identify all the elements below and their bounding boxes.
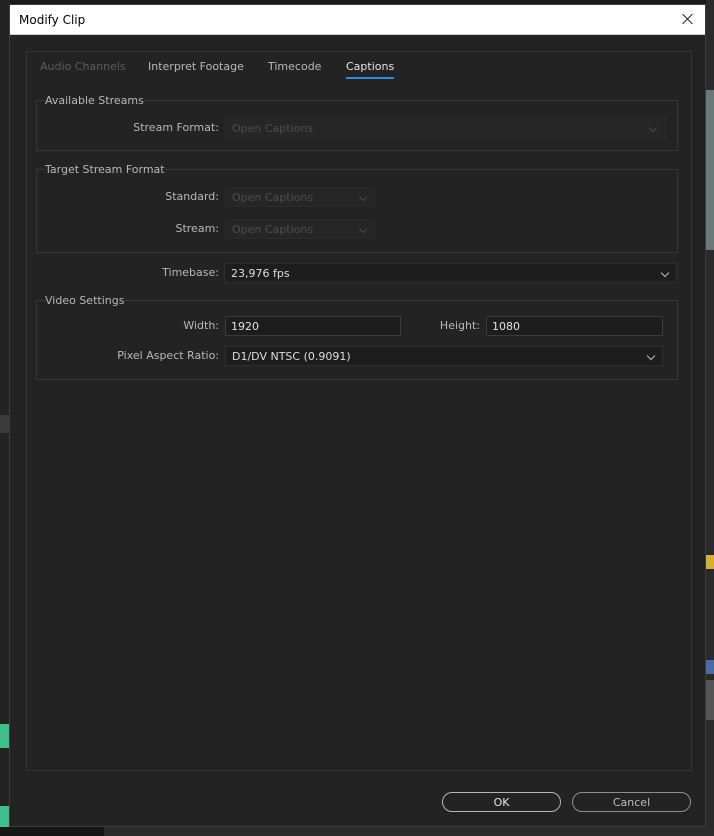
video-settings-group: Video Settings Width: 1920 Height: 1080 … <box>36 294 678 380</box>
chevron-down-icon <box>660 268 670 278</box>
chevron-down-icon <box>646 351 656 361</box>
width-value: 1920 <box>231 320 259 333</box>
chevron-down-icon <box>358 224 368 234</box>
tab-timecode[interactable]: Timecode <box>268 60 321 73</box>
available-streams-legend: Available Streams <box>45 94 144 107</box>
standard-select: Open Captions <box>225 187 375 207</box>
stream-label: Stream: <box>175 222 219 235</box>
height-field[interactable]: 1080 <box>486 316 663 336</box>
stream-value: Open Captions <box>232 223 314 236</box>
width-label: Width: <box>183 319 219 332</box>
tab-interpret-footage[interactable]: Interpret Footage <box>148 60 244 73</box>
stream-format-select: Open Captions <box>225 118 665 138</box>
stream-format-label: Stream Format: <box>133 121 219 134</box>
pixel-aspect-ratio-value: D1/DV NTSC (0.9091) <box>232 350 351 363</box>
chevron-down-icon <box>648 123 658 133</box>
dialog-title: Modify Clip <box>19 13 86 27</box>
video-settings-legend: Video Settings <box>45 294 125 307</box>
tab-audio-channels: Audio Channels <box>40 60 126 73</box>
width-field[interactable]: 1920 <box>225 316 401 336</box>
modify-clip-dialog: Modify Clip Audio Channels Interpret Foo… <box>9 4 706 827</box>
available-streams-group: Available Streams Stream Format: Open Ca… <box>36 94 678 151</box>
background-app-right <box>706 0 714 836</box>
cancel-button[interactable]: Cancel <box>572 792 691 812</box>
target-stream-format-group: Target Stream Format Standard: Open Capt… <box>36 163 678 253</box>
dialog-titlebar: Modify Clip <box>10 5 705 35</box>
chevron-down-icon <box>358 192 368 202</box>
close-icon[interactable] <box>677 9 699 31</box>
timebase-value: 23,976 fps <box>231 267 290 280</box>
stream-format-value: Open Captions <box>232 122 314 135</box>
target-stream-format-legend: Target Stream Format <box>45 163 165 176</box>
timebase-label: Timebase: <box>162 266 219 279</box>
dialog-content-panel: Audio Channels Interpret Footage Timecod… <box>26 51 692 771</box>
pixel-aspect-ratio-label: Pixel Aspect Ratio: <box>117 349 219 362</box>
height-value: 1080 <box>492 320 520 333</box>
standard-value: Open Captions <box>232 191 314 204</box>
pixel-aspect-ratio-select[interactable]: D1/DV NTSC (0.9091) <box>225 346 663 366</box>
stream-select: Open Captions <box>225 219 375 239</box>
ok-button[interactable]: OK <box>442 792 561 812</box>
timebase-select[interactable]: 23,976 fps <box>224 263 677 283</box>
height-label: Height: <box>439 319 480 332</box>
background-app-bottom <box>0 827 714 836</box>
tab-captions[interactable]: Captions <box>346 60 395 79</box>
standard-label: Standard: <box>165 190 219 203</box>
